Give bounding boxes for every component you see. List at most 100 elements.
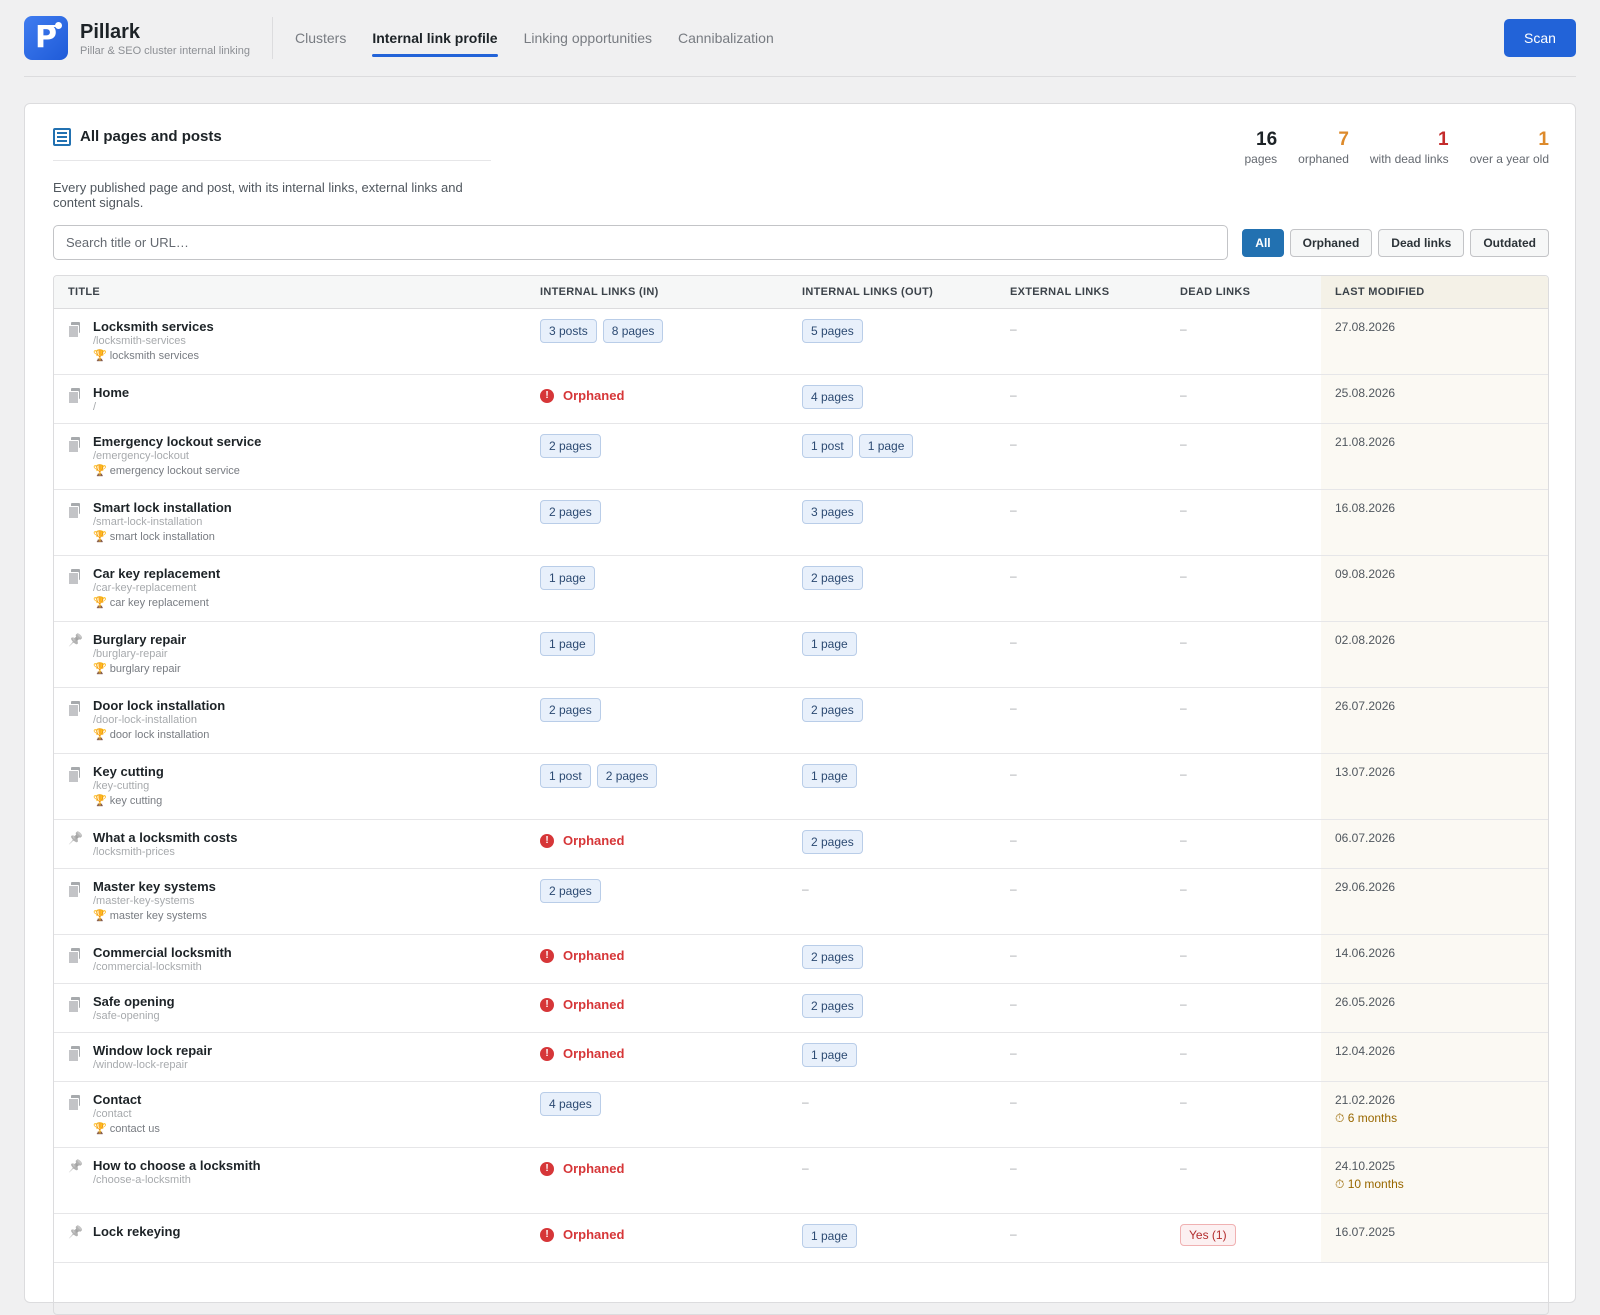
table-row[interactable]: 📌 How to choose a locksmith/choose-a-lock… [54,1148,1548,1214]
table-row[interactable]: 📌 What a locksmith costs/locksmith-prices… [54,820,1548,869]
dead-links-cell: – [1166,688,1321,753]
links-out-pill[interactable]: 2 pages [802,994,863,1018]
links-out-pill[interactable]: 1 page [802,1043,857,1067]
links-in-pill[interactable]: 2 pages [540,879,601,903]
links-in-pill[interactable]: 8 pages [602,319,664,343]
column-header-external-links[interactable]: External links [996,276,1166,308]
scan-button[interactable]: Scan [1504,19,1576,57]
links-out-pill[interactable]: 2 pages [802,945,863,969]
links-out-pill[interactable]: 1 page [802,1224,857,1248]
page-title-link[interactable]: Emergency lockout service [93,434,261,449]
title-text: Master key systems/master-key-systems 🏆 ma… [93,879,216,924]
links-out-pill[interactable]: 1 post [802,434,853,458]
table-row[interactable]: Locksmith services/locksmith-services 🏆 lo… [54,309,1548,375]
page-title-link[interactable]: Key cutting [93,764,164,779]
links-in-pill[interactable]: 2 pages [540,434,601,458]
links-in-pill[interactable]: 1 page [540,566,595,590]
table-row[interactable]: Master key systems/master-key-systems 🏆 ma… [54,869,1548,935]
links-out-pill[interactable]: 2 pages [802,698,863,722]
links-in-pill[interactable]: 1 post [540,764,591,788]
page-title-link[interactable]: Door lock installation [93,698,225,713]
dead-links-cell: – [1166,1148,1321,1213]
table-row[interactable]: Safe opening/safe-opening! Orphaned 2 page… [54,984,1548,1033]
internal-links-out-cell: 1 page [788,1033,996,1081]
filter-orphaned[interactable]: Orphaned [1289,229,1373,257]
tab-clusters[interactable]: Clusters [295,0,346,77]
page-url: /smart-lock-installation [93,516,203,528]
links-in-pill[interactable]: 2 pages [540,698,601,722]
links-out-pill[interactable]: 3 pages [802,500,863,524]
tab-linking-opportunities[interactable]: Linking opportunities [524,0,652,77]
external-links-value: – [1010,948,1017,962]
last-modified-date: 14.06.2026 [1335,946,1396,960]
links-in-pill[interactable]: 4 pages [540,1092,601,1116]
page-title-link[interactable]: Home [93,385,129,400]
links-out-pill[interactable]: 1 page [802,632,857,656]
tab-cannibalization[interactable]: Cannibalization [678,0,774,77]
stat-label: pages [1244,152,1278,166]
links-in-pill[interactable]: 2 pages [540,500,601,524]
tab-internal-link-profile[interactable]: Internal link profile [372,0,498,77]
last-modified-cell: 21.08.2026 [1321,424,1548,489]
search-input[interactable] [53,225,1228,260]
filter-dead-links[interactable]: Dead links [1378,229,1465,257]
table-row[interactable]: Emergency lockout service/emergency-lock… [54,424,1548,490]
dead-links-cell: – [1166,375,1321,423]
page-title-link[interactable]: Lock rekeying [93,1224,180,1239]
links-out-pill[interactable]: 2 pages [802,830,863,854]
title-text: Door lock installation/door-lock-install… [93,698,225,743]
links-out-pill[interactable]: 1 page [802,764,857,788]
table-row[interactable]: Door lock installation/door-lock-install… [54,688,1548,754]
page-title-link[interactable]: Window lock repair [93,1043,212,1058]
filter-outdated[interactable]: Outdated [1470,229,1549,257]
table-row[interactable]: Smart lock installation/smart-lock-insta… [54,490,1548,556]
table-row[interactable]: 📌 Lock rekeying! Orphaned 1 page – Yes (1) 16.… [54,1214,1548,1263]
external-links-value: – [1010,767,1017,781]
table-row[interactable]: Contact/contact 🏆 contact us 4 pages – – – 21.0… [54,1082,1548,1148]
page-url: /door-lock-installation [93,714,197,726]
internal-links-out-cell: 5 pages [788,309,996,374]
page-title-link[interactable]: Master key systems [93,879,216,894]
links-in-pill[interactable]: 1 page [540,632,595,656]
column-header-title[interactable]: Title [54,276,526,308]
column-header-internal-links-in[interactable]: Internal links (in) [526,276,788,308]
orphaned-badge: ! Orphaned [540,1046,624,1061]
dead-links-value[interactable]: Yes (1) [1180,1224,1236,1246]
links-in-pill[interactable]: 2 pages [596,764,658,788]
column-header-internal-links-out[interactable]: Internal links (out) [788,276,996,308]
page-title-link[interactable]: Contact [93,1092,160,1107]
page-title-link[interactable]: Burglary repair [93,632,186,647]
column-header-dead-links[interactable]: Dead links [1166,276,1321,308]
column-header-last-modified[interactable]: Last modified [1321,276,1548,308]
table-row[interactable]: Home /! Orphaned 4 pages – – 25.08.2026 [54,375,1548,424]
page-icon [68,882,80,898]
title-wrap: 📌 Burglary repair/burglary-repair 🏆 burglar… [68,632,526,677]
focus-keyword: 🏆 master key systems [93,909,216,924]
page-title-link[interactable]: Locksmith services [93,319,214,334]
title-cell: Safe opening/safe-opening [54,984,526,1032]
page-url: /locksmith-prices [93,846,175,858]
table-row[interactable]: Key cutting/key-cutting 🏆 key cutting 1 pos… [54,754,1548,820]
links-out-pill[interactable]: 2 pages [802,566,863,590]
page-title-link[interactable]: How to choose a locksmith [93,1158,261,1173]
links-in-pill[interactable]: 3 posts [540,319,597,343]
trophy-icon: 🏆 [93,531,107,543]
table-row[interactable]: Car key replacement/car-key-replacement 🏆… [54,556,1548,622]
filter-all[interactable]: All [1242,229,1284,257]
table-row[interactable]: Commercial locksmith/commercial-locksmit… [54,935,1548,984]
page-title-link[interactable]: Smart lock installation [93,500,232,515]
page-title-link[interactable]: Safe opening [93,994,175,1009]
page-url: /safe-opening [93,1010,160,1022]
focus-keyword-text: door lock installation [109,729,210,741]
page-title-link[interactable]: What a locksmith costs [93,830,237,845]
title-text: Emergency lockout service/emergency-lock… [93,434,261,479]
links-out-pill[interactable]: 4 pages [802,385,863,409]
page-title-link[interactable]: Car key replacement [93,566,220,581]
table-row[interactable]: Window lock repair/window-lock-repair! Or… [54,1033,1548,1082]
dead-links-cell: – [1166,490,1321,555]
table-row[interactable]: 📌 Burglary repair/burglary-repair 🏆 burglar… [54,622,1548,688]
links-out-pill[interactable]: 5 pages [802,319,863,343]
page-title-link[interactable]: Commercial locksmith [93,945,232,960]
links-out-pill[interactable]: 1 page [858,434,914,458]
focus-keyword-text: locksmith services [109,350,199,362]
